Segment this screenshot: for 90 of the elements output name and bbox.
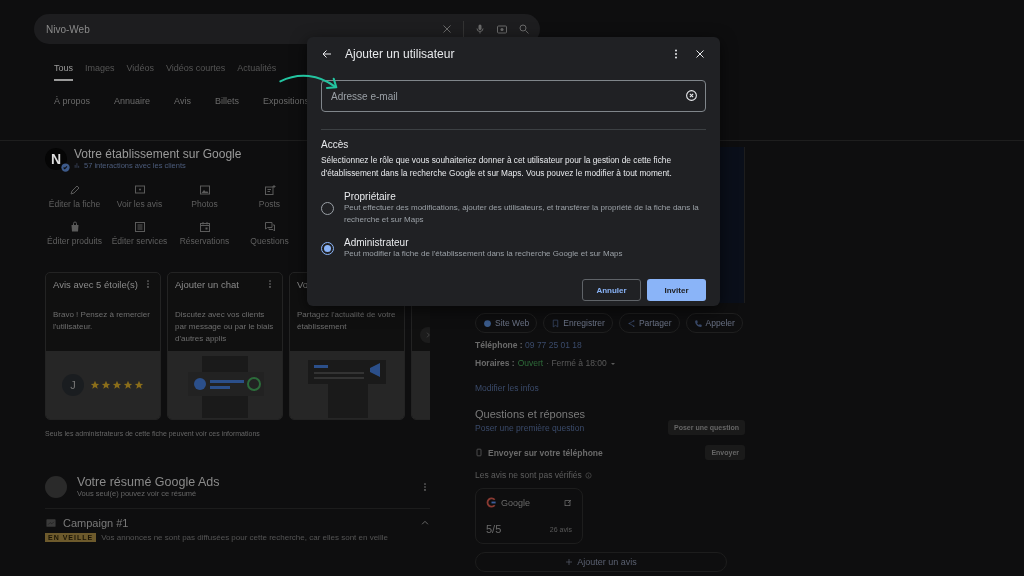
microphone-icon[interactable] (474, 23, 486, 35)
image-icon (198, 184, 211, 196)
close-icon[interactable] (694, 48, 706, 60)
invite-button[interactable]: Inviter (647, 279, 706, 301)
search-tab[interactable]: Images (85, 58, 115, 81)
business-title: Votre établissement sur Google (74, 147, 242, 161)
back-arrow-icon[interactable] (321, 48, 333, 60)
globe-icon (483, 318, 492, 328)
campaign-title: Campaign #1 (63, 517, 130, 529)
search-icon[interactable] (518, 23, 530, 35)
star-icon (123, 380, 133, 390)
calendar-icon (198, 221, 211, 233)
role-name: Administrateur (344, 237, 410, 248)
search-tab[interactable]: Vidéos (126, 58, 154, 81)
reviews-note: Les avis ne sont pas vérifiés (475, 470, 582, 480)
closing-time: · Fermé à 18:00 (546, 358, 607, 369)
card-title: Avis avec 5 étoile(s) (53, 279, 138, 292)
ads-title: Votre résumé Google Ads (77, 475, 221, 489)
action-chip[interactable]: Enregistrer (543, 313, 613, 333)
phone-device-icon (475, 448, 483, 457)
filter-chip[interactable]: À propos (54, 94, 91, 108)
section-description: Sélectionnez le rôle que vous souhaiteriez donner à cet utilisateur pour la gestion de cette fiche d'établissement dans la recherche Google et sur Maps. Vous pouvez le modifier à tout moment. (321, 154, 673, 180)
star-icon (90, 380, 100, 390)
phone-icon (693, 318, 703, 328)
action-chip[interactable]: Appeler (685, 313, 743, 333)
action-button[interactable]: Éditer produits (45, 221, 107, 246)
filter-chip[interactable]: Avis (174, 94, 191, 108)
chat-bubbles-icon (263, 221, 276, 233)
action-chip[interactable]: Partager (618, 313, 680, 333)
clear-icon[interactable] (685, 89, 698, 102)
filter-chip[interactable]: Annuaire (114, 94, 151, 108)
star-icon (134, 380, 144, 390)
email-input-field[interactable]: Adresse e-mail (321, 80, 706, 112)
chevron-up-icon[interactable] (420, 518, 430, 528)
search-tab[interactable]: Tous (54, 58, 73, 81)
chevron-right-icon (424, 331, 430, 339)
role-description: Peut modifier la fiche de l'établissement dans la recherche Google et sur Maps (344, 248, 623, 260)
external-link-icon (564, 498, 572, 507)
share-icon (626, 318, 636, 328)
qa-title: Questions et réponses (475, 408, 587, 420)
star-icon (112, 380, 122, 390)
action-button[interactable]: Voir les avis (107, 184, 172, 209)
g-logo-icon (486, 497, 497, 508)
action-button[interactable]: Photos (172, 184, 237, 209)
edit-info-link[interactable]: Modifier les infos (475, 383, 539, 393)
search-tab[interactable]: Vidéos courtes (165, 58, 226, 81)
review-score: 5/5 (486, 523, 502, 535)
filter-chip[interactable]: Expositions (262, 94, 309, 108)
open-status: Ouvert (517, 358, 544, 369)
send-to-phone-label: Envoyer sur votre téléphone (488, 447, 603, 458)
phone-label: Téléphone : (475, 340, 523, 350)
hours-label: Horaires : (475, 358, 515, 369)
dialog-title: Ajouter un utilisateur (345, 47, 456, 61)
action-button[interactable]: Éditer services (107, 221, 172, 246)
ask-question-link[interactable]: Poser une première question (475, 422, 585, 433)
card-text: Bravo ! Pensez à remercier l'utilisateur. (53, 309, 151, 333)
chart-icon (74, 162, 81, 169)
action-button[interactable]: Posts (237, 184, 302, 209)
action-button[interactable]: Questions (237, 221, 302, 246)
add-review-button[interactable]: Ajouter un avis (475, 552, 727, 572)
user-avatar: J (62, 374, 84, 396)
section-title: Accès (321, 139, 350, 150)
business-avatar: N (45, 147, 67, 170)
source-name: Google (501, 497, 531, 508)
role-name: Propriétaire (344, 191, 397, 202)
card-text: Partagez l'actualité de votre établissement (297, 309, 397, 333)
review-icon (133, 184, 146, 196)
search-bar[interactable]: Nivo-Web (34, 14, 540, 44)
dropdown-caret-icon[interactable] (609, 360, 616, 367)
search-tab[interactable]: Actualités (237, 58, 277, 81)
role-description: Peut effectuer des modifications, ajouter des utilisateurs, et transférer la propriété de la fiche dans la recherche et sur Maps (344, 202, 700, 226)
profile-avatar (45, 475, 67, 498)
verified-badge-icon (61, 162, 70, 172)
card-text: Discutez avec vos clients par message ou par le biais d'autres applis (175, 309, 275, 345)
star-icon (101, 380, 111, 390)
search-field[interactable]: Nivo-Web (46, 23, 431, 35)
camera-icon[interactable] (496, 23, 508, 35)
filter-chip[interactable]: Billets (214, 94, 239, 108)
action-button[interactable]: Réservations (172, 221, 237, 246)
pencil-icon (68, 184, 81, 196)
action-button[interactable]: Éditer la fiche (45, 184, 107, 209)
bookmark-icon (551, 318, 561, 328)
campaign-icon (45, 518, 57, 528)
card-title: Ajouter un chat (175, 279, 239, 292)
action-chip[interactable]: Site Web (475, 313, 538, 333)
post-icon (263, 184, 276, 196)
plus-icon (565, 558, 574, 566)
list-icon (133, 221, 146, 233)
cancel-button[interactable]: Annuler (582, 279, 641, 301)
phone-number-link[interactable]: 09 77 25 01 18 (525, 340, 582, 350)
